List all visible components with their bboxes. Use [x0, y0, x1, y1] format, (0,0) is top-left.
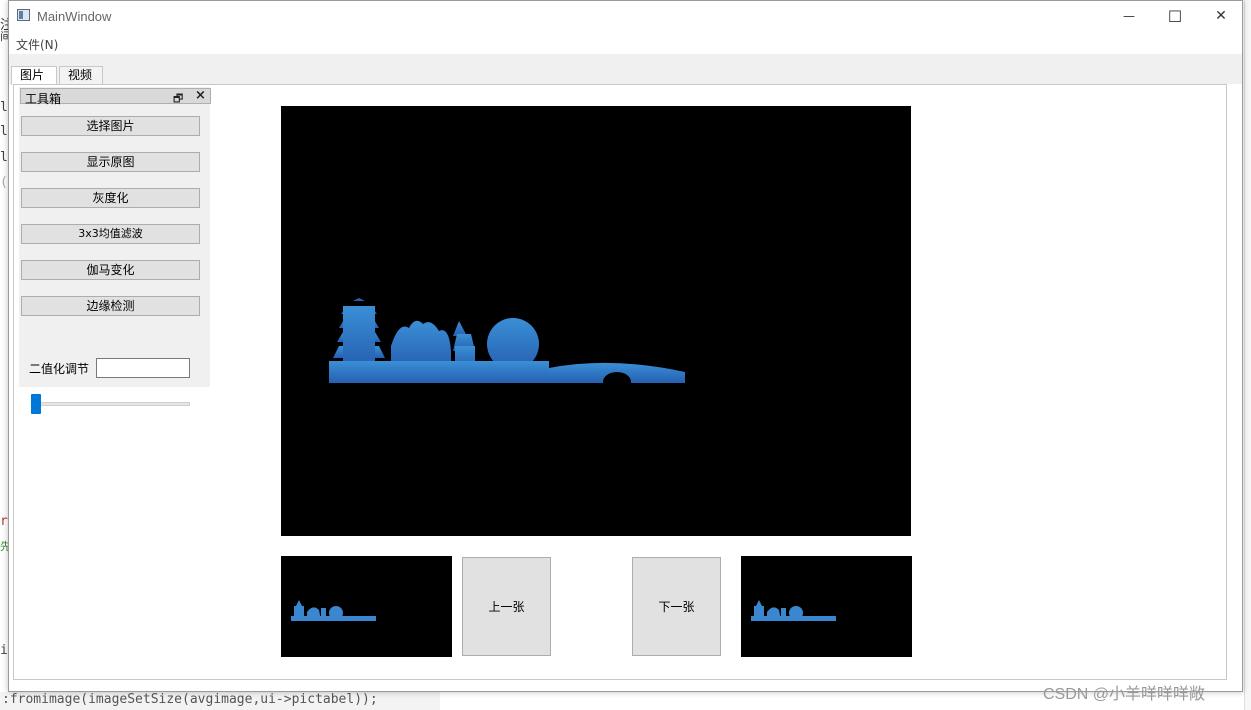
bg-code-char: r: [0, 514, 8, 529]
binarize-label: 二值化调节: [29, 362, 90, 376]
bg-code-char: i: [0, 643, 8, 658]
menu-bar: 文件(N): [9, 32, 1242, 54]
bg-code-char: l: [0, 124, 8, 139]
bg-code-char: l: [0, 100, 8, 115]
close-icon[interactable]: ×: [195, 88, 206, 103]
binarize-slider-handle[interactable]: [31, 394, 41, 414]
next-thumbnail[interactable]: [741, 556, 912, 657]
thumbnail-image: [751, 600, 836, 621]
window-title: MainWindow: [37, 9, 112, 24]
select-image-button[interactable]: 选择图片: [21, 116, 200, 136]
prev-thumbnail[interactable]: [281, 556, 452, 657]
grayscale-button[interactable]: 灰度化: [21, 188, 200, 208]
toolbox-title: 工具箱: [25, 92, 62, 106]
main-image-display: [281, 106, 911, 536]
binarize-slider-track[interactable]: [31, 402, 190, 406]
show-original-button[interactable]: 显示原图: [21, 152, 200, 172]
maximize-button[interactable]: ☐: [1152, 1, 1198, 31]
bg-code-char: (: [0, 175, 8, 190]
bg-code-line-area: :fromimage(imageSetSize(avgimage,ui->pic…: [0, 692, 440, 710]
bg-editor-scrollbar: [1244, 0, 1251, 710]
tab-image[interactable]: 图片: [11, 66, 57, 85]
toolbox-title-bar[interactable]: 工具箱 🗗 ×: [20, 88, 211, 106]
edge-detect-button[interactable]: 边缘检测: [21, 296, 200, 316]
minimize-icon: —: [1123, 9, 1135, 23]
minimize-button[interactable]: —: [1106, 1, 1152, 31]
tab-label: 图片: [20, 68, 45, 82]
menu-file[interactable]: 文件(N): [16, 36, 58, 53]
gamma-button[interactable]: 伽马变化: [21, 260, 200, 280]
mean-filter-button[interactable]: 3x3均值滤波: [21, 224, 200, 244]
bg-code-line: :fromimage(imageSetSize(avgimage,ui->pic…: [2, 692, 378, 707]
watermark: CSDN @小羊咩咩咩敞: [1043, 686, 1206, 703]
next-button[interactable]: 下一张: [632, 557, 721, 656]
tab-strip: 图片 视频: [9, 54, 1242, 85]
close-icon: ✕: [1215, 8, 1227, 24]
restore-icon[interactable]: 🗗: [173, 90, 183, 109]
toolbox-dock: 工具箱 🗗 × 选择图片 显示原图 灰度化 3x3均值滤波 伽马变化 边缘检测: [19, 87, 211, 387]
app-icon: [17, 9, 30, 21]
maximize-icon: ☐: [1167, 6, 1183, 26]
bg-code-char: l: [0, 150, 8, 165]
binarize-input[interactable]: [96, 358, 190, 378]
tab-label: 视频: [68, 68, 93, 82]
main-window: MainWindow — ☐ ✕ 文件(N) 图片 视频 工具箱 🗗 × 选择图…: [8, 0, 1243, 692]
thumbnail-image: [291, 600, 376, 621]
title-bar[interactable]: MainWindow — ☐ ✕: [9, 1, 1242, 32]
prev-button[interactable]: 上一张: [462, 557, 551, 656]
tab-video[interactable]: 视频: [59, 66, 103, 84]
skyline-image: [329, 281, 685, 392]
close-button[interactable]: ✕: [1198, 1, 1244, 31]
